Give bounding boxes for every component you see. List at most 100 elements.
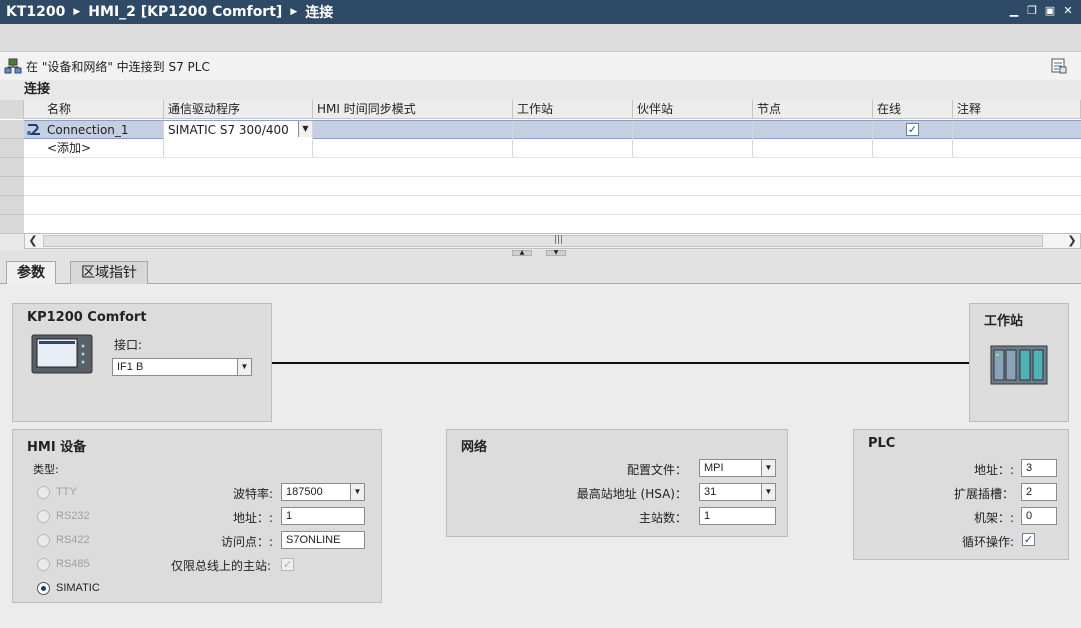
hmi-panel-icon (31, 334, 93, 374)
tab-bar: 参数 区域指针 (0, 258, 1081, 285)
empty-cell[interactable] (313, 139, 513, 157)
table-row[interactable] (24, 215, 1081, 234)
toolbar-strip (0, 24, 1081, 52)
driver-select[interactable]: SIMATIC S7 300/400 ▼ (164, 121, 313, 139)
cyclic-checkbox[interactable]: ✓ (1022, 533, 1035, 546)
access-point-input[interactable]: S7ONLINE (281, 531, 365, 549)
interface-select[interactable]: IF1 B ▼ (112, 358, 252, 376)
row-header[interactable] (0, 196, 24, 215)
empty-cell[interactable] (633, 139, 753, 157)
chevron-down-icon[interactable]: ▼ (298, 121, 312, 137)
access-point-label: 访问点：: (220, 535, 273, 549)
plc-station-icon (990, 345, 1048, 385)
empty-cell[interactable] (164, 139, 313, 157)
online-checkbox[interactable]: ✓ (906, 123, 919, 136)
splitter[interactable]: ▲ ▼ (0, 250, 1081, 258)
chevron-down-icon[interactable]: ▼ (350, 484, 364, 500)
row-header-corner (0, 100, 24, 119)
column-header-comment[interactable]: 注释 (953, 100, 1081, 119)
scroll-left-icon[interactable]: ❮ (25, 234, 41, 248)
radio-rs422[interactable] (37, 534, 50, 547)
panel-options-icon[interactable] (1051, 58, 1067, 74)
hmi-address-input[interactable]: 1 (281, 507, 365, 525)
network-icon[interactable] (4, 57, 22, 75)
column-header-driver[interactable]: 通信驱动程序 (164, 100, 313, 119)
row-header[interactable] (0, 139, 24, 158)
radio-tty[interactable] (37, 486, 50, 499)
breadcrumb-project[interactable]: KT1200 (0, 4, 65, 20)
column-header-partner[interactable]: 伙伴站 (633, 100, 753, 119)
network-box: 网络 配置文件： MPI ▼ 最高站地址 (HSA)： 31 ▼ 主站数： 1 (446, 429, 788, 537)
scroll-thumb[interactable]: ||| (43, 235, 1043, 247)
breadcrumb-device[interactable]: HMI_2 [KP1200 Comfort] (88, 4, 282, 20)
grip-icon: ||| (554, 235, 564, 245)
station-box: 工作站 (969, 303, 1069, 422)
tab-area-pointers[interactable]: 区域指针 (70, 261, 148, 284)
table-row[interactable] (24, 177, 1081, 196)
sync-mode-cell[interactable] (313, 121, 513, 139)
row-header[interactable] (0, 177, 24, 196)
maximize-icon[interactable]: ▣ (1043, 4, 1057, 18)
row-header[interactable] (0, 120, 24, 139)
column-header-sync[interactable]: HMI 时间同步模式 (313, 100, 513, 119)
hsa-select[interactable]: 31 ▼ (699, 483, 776, 501)
radio-rs232[interactable] (37, 510, 50, 523)
plc-title: PLC (868, 436, 896, 451)
empty-cell[interactable] (513, 139, 633, 157)
radio-rs485-label: RS485 (56, 558, 90, 570)
column-header-node[interactable]: 节点 (753, 100, 873, 119)
minimize-icon[interactable]: ▁ (1007, 4, 1021, 18)
comment-cell[interactable] (953, 121, 1081, 139)
radio-simatic-label: SIMATIC (56, 582, 100, 594)
radio-rs232-label: RS232 (56, 510, 90, 522)
empty-cell[interactable] (873, 139, 953, 157)
partner-cell[interactable] (633, 121, 753, 139)
profile-select[interactable]: MPI ▼ (699, 459, 776, 477)
chevron-right-icon: ▶ (73, 7, 81, 17)
rack-input[interactable]: 0 (1021, 507, 1057, 525)
cyclic-label: 循环操作: (961, 535, 1014, 549)
restore-icon[interactable]: ❐ (1025, 4, 1039, 18)
profile-label: 配置文件： (626, 463, 687, 477)
online-cell[interactable]: ✓ (873, 121, 953, 139)
close-icon[interactable]: ✕ (1061, 4, 1075, 18)
masters-input[interactable]: 1 (699, 507, 776, 525)
row-header[interactable] (0, 215, 24, 234)
chevron-down-icon[interactable]: ▼ (761, 460, 775, 476)
network-title: 网络 (461, 440, 488, 455)
column-header-name[interactable]: 名称 (43, 100, 164, 119)
connection-hint-text[interactable]: 在 "设备和网络" 中连接到 S7 PLC (26, 58, 210, 75)
table-row[interactable] (24, 158, 1081, 177)
column-header-station[interactable]: 工作站 (513, 100, 633, 119)
table-row[interactable]: <添加> (24, 139, 1081, 158)
column-header-online[interactable]: 在线 (873, 100, 953, 119)
only-master-checkbox[interactable]: ✓ (281, 558, 294, 571)
baud-select-value: 187500 (286, 486, 323, 498)
table-row[interactable]: Connection_1 SIMATIC S7 300/400 ▼ ✓ (24, 120, 1081, 139)
slot-input[interactable]: 2 (1021, 483, 1057, 501)
chevron-down-icon[interactable]: ▼ (761, 484, 775, 500)
table-row[interactable] (24, 196, 1081, 215)
title-bar: KT1200 ▶ HMI_2 [KP1200 Comfort] ▶ 连接 ▁ ❐… (0, 0, 1081, 24)
plc-address-input[interactable]: 3 (1021, 459, 1057, 477)
connection-line (272, 362, 969, 364)
radio-simatic[interactable] (37, 582, 50, 595)
collapse-down-icon[interactable]: ▼ (546, 250, 566, 256)
horizontal-scrollbar[interactable]: ❮ ||| ❯ (24, 233, 1081, 249)
scroll-right-icon[interactable]: ❯ (1064, 234, 1080, 248)
chevron-down-icon[interactable]: ▼ (237, 359, 251, 375)
node-cell[interactable] (753, 121, 873, 139)
baud-select[interactable]: 187500 ▼ (281, 483, 365, 501)
connection-name-cell[interactable]: Connection_1 (43, 121, 164, 139)
row-header[interactable] (0, 158, 24, 177)
tab-parameters[interactable]: 参数 (6, 261, 56, 285)
interface-label: 接口: (114, 338, 143, 352)
device-title: KP1200 Comfort (27, 310, 147, 325)
collapse-up-icon[interactable]: ▲ (512, 250, 532, 256)
connections-table: 名称 通信驱动程序 HMI 时间同步模式 工作站 伙伴站 节点 在线 注释 Co… (0, 100, 1081, 234)
empty-cell[interactable] (753, 139, 873, 157)
radio-rs485[interactable] (37, 558, 50, 571)
station-cell[interactable] (513, 121, 633, 139)
breadcrumb-page[interactable]: 连接 (305, 2, 333, 22)
add-connection-cell[interactable]: <添加> (43, 139, 164, 157)
